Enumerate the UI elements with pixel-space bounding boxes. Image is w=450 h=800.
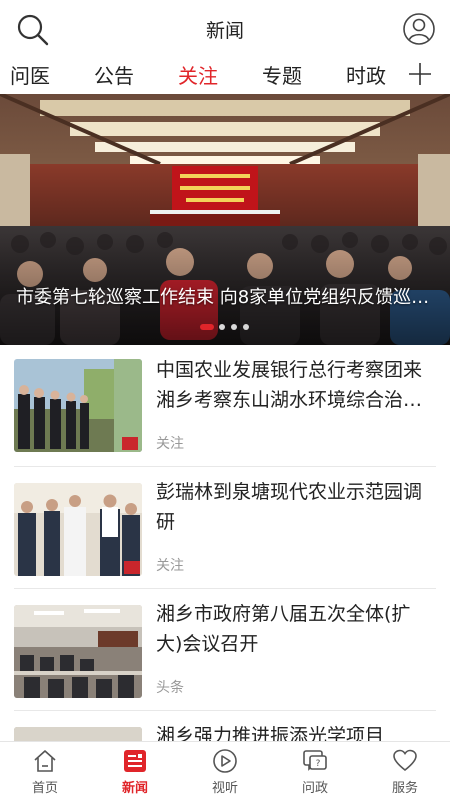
message-icon: ? [302, 748, 328, 774]
carousel-indicator [0, 323, 450, 331]
hero-carousel[interactable]: 市委第七轮巡察工作结束 向8家单位党组织反馈巡察情况 [0, 94, 450, 345]
news-icon [122, 748, 148, 774]
top-bar: 新闻 [0, 0, 450, 58]
nav-label: 服务 [391, 781, 418, 796]
list-item[interactable]: 湘乡市政府第八届五次全体(扩大)会议召开 头条 [0, 589, 450, 711]
news-headline[interactable]: 彭瑞林到泉塘现代农业示范园调研 [156, 477, 436, 537]
news-headline[interactable]: 湘乡强力推进振添光学项目 [156, 721, 436, 741]
news-thumbnail [14, 727, 142, 741]
home-icon [32, 748, 58, 774]
news-tag: 头条 [156, 680, 184, 696]
tab-zhuanti[interactable]: 专题 [262, 60, 302, 89]
news-tag: 关注 [156, 436, 184, 452]
carousel-dot-active [200, 324, 214, 330]
news-headline[interactable]: 中国农业发展银行总行考察团来湘乡考察东山湖水环境综合治理项目 [156, 355, 436, 415]
news-list: 中国农业发展银行总行考察团来湘乡考察东山湖水环境综合治理项目 关注 [0, 345, 450, 741]
nav-news[interactable]: 新闻 [90, 742, 180, 800]
svg-text:?: ? [316, 759, 321, 769]
play-icon [212, 748, 238, 774]
heart-icon [392, 748, 418, 774]
list-item[interactable]: 彭瑞林到泉塘现代农业示范园调研 关注 [0, 467, 450, 589]
user-icon[interactable] [402, 12, 436, 46]
tab-wenyi[interactable]: 问医 [10, 60, 50, 89]
nav-label: 问政 [301, 781, 328, 796]
list-item[interactable]: 中国农业发展银行总行考察团来湘乡考察东山湖水环境综合治理项目 关注 [0, 345, 450, 467]
carousel-dot [243, 324, 249, 330]
carousel-dot [219, 324, 225, 330]
news-tag: 关注 [156, 558, 184, 574]
tab-guanzhu[interactable]: 关注 [178, 60, 218, 89]
nav-label: 新闻 [121, 781, 148, 796]
carousel-dot [231, 324, 237, 330]
tab-shizheng[interactable]: 时政 [346, 60, 386, 89]
news-headline[interactable]: 湘乡市政府第八届五次全体(扩大)会议召开 [156, 599, 436, 659]
tab-gonggao[interactable]: 公告 [94, 60, 134, 89]
page-title: 新闻 [205, 20, 244, 42]
hero-caption[interactable]: 市委第七轮巡察工作结束 向8家单位党组织反馈巡察情况 [16, 283, 442, 309]
news-thumbnail [14, 605, 142, 698]
news-thumbnail [14, 359, 142, 452]
nav-label: 首页 [31, 781, 58, 796]
news-thumbnail [14, 483, 142, 576]
nav-home[interactable]: 首页 [0, 742, 90, 800]
list-item[interactable]: 湘乡强力推进振添光学项目 [0, 711, 450, 741]
nav-video[interactable]: 视听 [180, 742, 270, 800]
nav-label: 视听 [211, 781, 238, 796]
plus-icon[interactable] [408, 62, 432, 86]
nav-wenzheng[interactable]: ? 问政 [270, 742, 360, 800]
channel-tabs: 问医 公告 关注 专题 时政 [0, 58, 450, 94]
nav-service[interactable]: 服务 [360, 742, 450, 800]
bottom-nav: 首页 新闻 视听 ? 问政 服务 [0, 741, 450, 800]
